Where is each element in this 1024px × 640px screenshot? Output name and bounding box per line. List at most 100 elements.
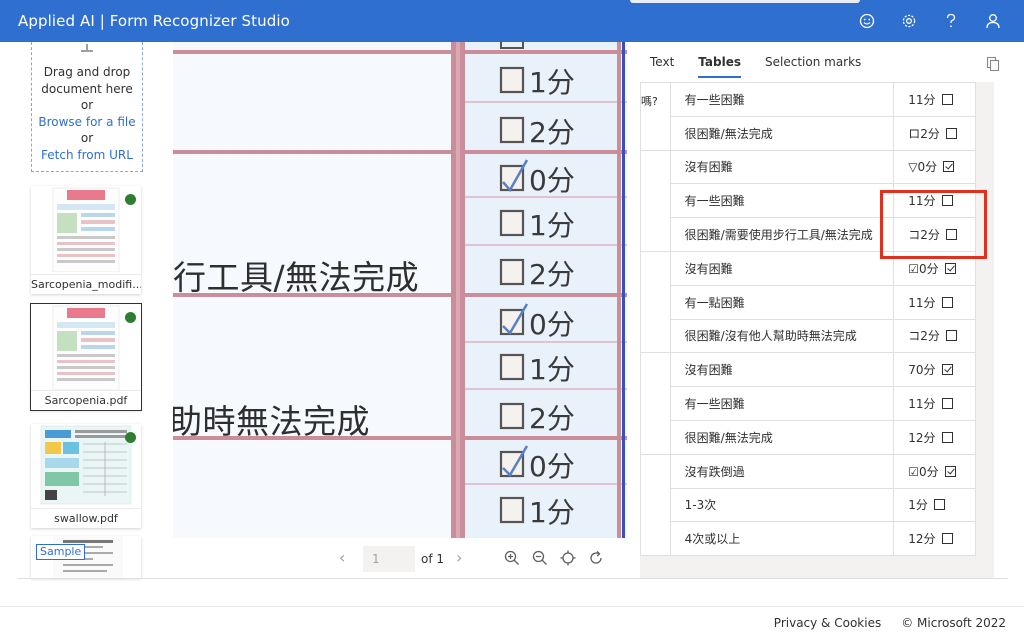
table-row: 有一些困難 11分 — [641, 386, 976, 421]
file-list-pane: Drag and drop document here or Browse fo… — [18, 42, 154, 578]
table-row: 嗎? 有一些困難 11分 — [640, 82, 976, 151]
unchecked-checkbox-icon — [941, 398, 953, 410]
table-cell-label: 沒有困難 — [669, 149, 895, 185]
copyright-text: © Microsoft 2022 — [901, 616, 1006, 630]
doc-row-text: 助時無法完成 — [173, 402, 370, 441]
unchecked-checkbox-icon — [941, 195, 953, 207]
file-card-sample[interactable]: Sample — [31, 536, 141, 578]
checked-checkbox-icon — [943, 161, 955, 173]
analyzed-status-dot — [125, 432, 136, 443]
dropzone-text-2: document here — [41, 81, 133, 96]
table-cell-value: 11分 — [893, 386, 976, 421]
dropzone-or-2: or — [80, 131, 94, 145]
document-thumbnail — [52, 305, 120, 390]
settings-gear-icon[interactable] — [888, 0, 930, 42]
table-row: 4次或以上 12分 — [641, 521, 976, 557]
app-title: Applied AI | Form Recognizer Studio — [18, 12, 290, 30]
score-value: 12分 — [908, 532, 936, 547]
unchecked-checkbox-icon — [945, 127, 957, 139]
doc-mark-label: 1分 — [529, 353, 575, 386]
table-cell-value: 11分 — [893, 183, 976, 219]
fit-to-page-icon[interactable] — [559, 549, 579, 569]
table-cell-group — [640, 453, 671, 557]
file-card-swallow[interactable]: swallow.pdf — [31, 424, 141, 528]
next-page-chevron-icon[interactable]: › — [456, 548, 462, 567]
table-cell-value: ☑0分 — [893, 453, 976, 489]
dropzone-text-1: Drag and drop — [43, 65, 131, 79]
zoom-out-icon[interactable] — [531, 549, 551, 569]
score-value: 1分 — [908, 498, 928, 513]
doc-row-text: 行工具/無法完成 — [173, 258, 420, 297]
table-cell-label: 有一些困難 — [669, 386, 895, 421]
score-value: 11分 — [908, 295, 936, 310]
table-cell-value: ロ2分 — [893, 115, 976, 151]
table-row: 沒有困難 ▽0分 — [640, 149, 976, 252]
app-header: Applied AI | Form Recognizer Studio — [0, 0, 1024, 42]
table-cell-label: 4次或以上 — [669, 521, 895, 557]
unchecked-checkbox-icon — [941, 431, 953, 443]
notification-strip — [630, 0, 860, 3]
upload-dropzone[interactable]: Drag and drop document here or Browse fo… — [31, 42, 143, 172]
table-cell-value: コ2分 — [893, 318, 976, 354]
privacy-cookies-link[interactable]: Privacy & Cookies — [774, 616, 881, 630]
table-scroll-area[interactable]: 嗎? 有一些困難 11分 很困難/無法完成 ロ2分 沒有困難 ▽0分 有一些困難 11分 很困難/… — [640, 82, 994, 578]
table-cell-group — [640, 149, 671, 252]
page-count-label: of 1 — [421, 552, 445, 566]
table-cell-label: 很困難/無法完成 — [669, 419, 895, 455]
tab-selection-marks[interactable]: Selection marks — [765, 55, 861, 78]
file-card-sarcopenia[interactable]: Sarcopenia.pdf — [30, 303, 142, 411]
file-name: Sarcopenia.pdf — [31, 390, 141, 410]
copy-icon[interactable] — [986, 56, 1000, 76]
help-question-icon[interactable] — [930, 0, 972, 42]
page-number-input[interactable] — [363, 546, 415, 572]
table-row: 很困難/需要使用步行工具/無法完成 コ2分 — [641, 217, 976, 252]
table-cell-value: 12分 — [893, 521, 976, 557]
table-scrollbar[interactable] — [976, 82, 994, 578]
table-row: 很困難/無法完成 12分 — [641, 419, 976, 455]
document-thumbnail — [52, 187, 120, 272]
score-value: コ2分 — [908, 228, 940, 243]
table-cell-value: 11分 — [893, 82, 976, 117]
file-card-sarcopenia-modified[interactable]: Sarcopenia_modifi... — [31, 186, 141, 294]
tab-text[interactable]: Text — [650, 55, 674, 78]
account-person-icon[interactable] — [972, 0, 1014, 42]
unchecked-checkbox-icon — [933, 499, 945, 511]
table-cell-value: 12分 — [893, 419, 976, 455]
table-cell-value: コ2分 — [893, 217, 976, 252]
file-name: Sarcopenia_modifi... — [31, 274, 141, 294]
document-thumbnail — [40, 425, 132, 505]
table-cell-label: 有一點困難 — [669, 284, 895, 320]
zoom-in-icon[interactable] — [503, 549, 523, 569]
table-row: 有一點困難 11分 — [641, 284, 976, 320]
score-value: ☑0分 — [908, 464, 939, 479]
rotate-icon[interactable] — [587, 549, 607, 569]
feedback-smiley-icon[interactable] — [846, 0, 888, 42]
doc-mark-label: 2分 — [529, 402, 575, 435]
browse-file-link[interactable]: Browse for a file — [32, 114, 142, 131]
divider — [18, 578, 1008, 579]
table-row: 沒有困難 ☑0分 — [640, 250, 976, 354]
table-row: 有一些困難 11分 — [641, 183, 976, 219]
table-cell-label: 很困難/沒有他人幫助時無法完成 — [669, 318, 895, 354]
doc-mark-label: 1分 — [529, 496, 575, 529]
fetch-url-link[interactable]: Fetch from URL — [32, 147, 142, 164]
table-row: 很困難/無法完成 ロ2分 — [641, 115, 976, 151]
checked-checkbox-icon — [941, 364, 953, 376]
document-viewer[interactable]: 1分 2分 0分 1分 2分 0分 1分 2分 0分 1分 行工具/無法完成 助… — [173, 42, 627, 538]
score-value: 11分 — [908, 397, 936, 412]
doc-mark-label: 2分 — [529, 258, 575, 291]
tab-tables[interactable]: Tables — [698, 55, 742, 78]
doc-mark-label: 0分 — [529, 450, 575, 483]
previous-page-chevron-icon[interactable]: ‹ — [339, 548, 345, 567]
doc-mark-label: 1分 — [529, 209, 575, 242]
table-cell-label: 沒有跌倒過 — [669, 453, 895, 489]
score-value: 12分 — [908, 430, 936, 445]
table-cell-group — [640, 352, 671, 455]
table-cell-label: 有一些困難 — [669, 82, 895, 117]
table-row: 沒有跌倒過 ☑0分 — [640, 453, 976, 557]
results-pane: Text Tables Selection marks 嗎? 有一些困難 11分 很困… — [640, 42, 1006, 578]
checked-checkbox-icon — [944, 262, 956, 274]
table-cell-label: 沒有困難 — [669, 250, 895, 286]
table-cell-label: 很困難/需要使用步行工具/無法完成 — [669, 217, 895, 252]
unchecked-checkbox-icon — [941, 93, 953, 105]
